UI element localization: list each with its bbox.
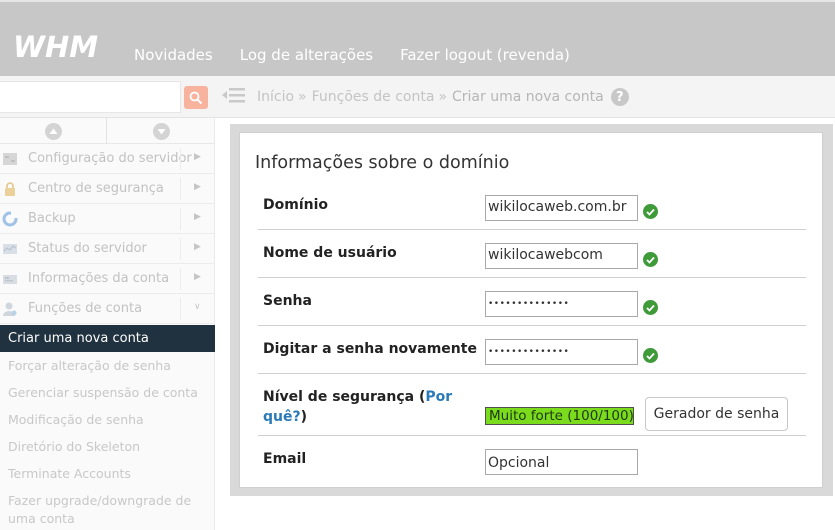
- divider: [258, 229, 806, 230]
- nav-link-changelog[interactable]: Log de alterações: [240, 46, 373, 64]
- divider: [180, 178, 181, 200]
- password-generator-button[interactable]: Gerador de senha: [645, 397, 788, 431]
- security-label-text: ): [300, 409, 308, 425]
- sidebar-item-password-modification[interactable]: Modificação de senha: [8, 411, 208, 429]
- check-icon: [643, 300, 658, 315]
- sidebar-category-label: Backup: [28, 211, 76, 226]
- divider: [180, 208, 181, 230]
- breadcrumb-home[interactable]: Início: [257, 89, 294, 105]
- collapse-arrow-icon[interactable]: ∨: [194, 302, 201, 312]
- server-config-icon: [3, 153, 17, 165]
- sidebar-item-create-account[interactable]: Criar uma nova conta: [0, 325, 215, 352]
- sidebar-scroll-controls: [0, 118, 215, 144]
- sidebar-category-server-status[interactable]: Status do servidor ▶: [0, 234, 215, 264]
- domain-label: Domínio: [263, 197, 329, 213]
- divider: [258, 277, 806, 278]
- panel-title: Informações sobre o domínio: [255, 153, 510, 173]
- top-nav: Novidades Log de alterações Fazer logout…: [134, 46, 597, 64]
- help-icon[interactable]: ?: [610, 88, 629, 106]
- expand-arrow-icon[interactable]: ▶: [194, 212, 201, 222]
- sidebar-item-skeleton-directory[interactable]: Diretório do Skeleton: [8, 438, 208, 456]
- divider: [258, 325, 806, 326]
- sidebar-item-upgrade-downgrade[interactable]: Fazer upgrade/downgrade de uma conta: [8, 492, 208, 528]
- username-label: Nome de usuário: [263, 245, 397, 261]
- sidebar-category-server-config[interactable]: Configuração do servidor ▶: [0, 144, 215, 174]
- security-level-label: Nível de segurança (Por quê?): [263, 387, 452, 427]
- divider: [258, 373, 806, 374]
- sidebar-category-security[interactable]: Centro de segurança ▶: [0, 174, 215, 204]
- sidebar-category-label: Informações da conta: [28, 271, 170, 286]
- chevron-down-icon: [157, 129, 166, 135]
- domain-field[interactable]: wikilocaweb.com.br: [485, 195, 638, 221]
- breadcrumb-separator: »: [298, 89, 307, 105]
- sidebar-category-label: Configuração do servidor: [28, 151, 192, 166]
- menu-toggle-icon[interactable]: [222, 85, 245, 105]
- password-field[interactable]: ••••••••••••••: [485, 291, 638, 317]
- whm-logo[interactable]: WHM: [13, 32, 115, 62]
- divider: [180, 298, 181, 320]
- scroll-down-button[interactable]: [153, 123, 170, 140]
- sidebar-item-manage-suspension[interactable]: Gerenciar suspensão de conta: [8, 384, 208, 402]
- sidebar-category-account-info[interactable]: Informações da conta ▶: [0, 264, 215, 294]
- backup-icon: [2, 211, 18, 227]
- search-button[interactable]: [184, 86, 208, 109]
- server-status-icon: [3, 244, 17, 254]
- breadcrumb-separator: »: [438, 89, 448, 105]
- breadcrumb-current: Criar uma nova conta: [452, 89, 604, 105]
- expand-arrow-icon[interactable]: ▶: [194, 242, 201, 252]
- email-field[interactable]: [485, 449, 638, 475]
- scroll-up-button[interactable]: [45, 123, 62, 140]
- sidebar-category-label: Funções de conta: [28, 301, 143, 316]
- divider: [180, 268, 181, 290]
- password-confirm-label: Digitar a senha novamente: [263, 341, 477, 357]
- expand-arrow-icon[interactable]: ▶: [194, 182, 201, 192]
- top-header: WHM Novidades Log de alterações Fazer lo…: [0, 0, 835, 76]
- why-link[interactable]: quê?: [263, 409, 301, 425]
- security-label-text: Nível de segurança (: [263, 389, 426, 405]
- account-info-icon: [3, 275, 17, 284]
- logo-text: WHM: [13, 32, 98, 62]
- chevron-up-icon: [49, 128, 58, 134]
- why-link[interactable]: Por: [425, 389, 452, 405]
- expand-arrow-icon[interactable]: ▶: [194, 152, 201, 162]
- divider: [180, 238, 181, 260]
- sidebar-item-terminate-accounts[interactable]: Terminate Accounts: [8, 465, 208, 483]
- divider: [180, 148, 181, 170]
- nav-link-news[interactable]: Novidades: [134, 46, 213, 64]
- breadcrumb: Início » Funções de conta » Criar uma no…: [257, 88, 629, 106]
- check-icon: [643, 204, 658, 219]
- divider: [106, 118, 107, 144]
- sidebar-category-label: Centro de segurança: [28, 181, 164, 196]
- check-icon: [643, 348, 658, 363]
- breadcrumb-section[interactable]: Funções de conta: [312, 89, 435, 105]
- domain-info-panel: Informações sobre o domínio Domínio wiki…: [239, 132, 823, 488]
- expand-arrow-icon[interactable]: ▶: [194, 272, 201, 282]
- nav-link-logout[interactable]: Fazer logout (revenda): [400, 46, 570, 64]
- sidebar-category-account-functions[interactable]: Funções de conta ∨: [0, 294, 215, 324]
- search-input[interactable]: [0, 81, 181, 113]
- username-field[interactable]: wikilocawebcom: [485, 243, 638, 269]
- lock-icon: [5, 182, 15, 196]
- divider: [258, 435, 806, 436]
- password-strength-meter: Muito forte (100/100): [485, 407, 634, 425]
- email-label: Email: [263, 451, 307, 467]
- sidebar-item-force-password-change[interactable]: Forçar alteração de senha: [8, 357, 208, 375]
- search-icon: [189, 91, 203, 104]
- password-label: Senha: [263, 293, 312, 309]
- sidebar-category-backup[interactable]: Backup ▶: [0, 204, 215, 234]
- main-content: Informações sobre o domínio Domínio wiki…: [230, 124, 833, 496]
- password-confirm-field[interactable]: ••••••••••••••: [485, 339, 638, 365]
- user-icon: [3, 302, 17, 316]
- check-icon: [643, 252, 658, 267]
- sidebar-category-label: Status do servidor: [28, 241, 147, 256]
